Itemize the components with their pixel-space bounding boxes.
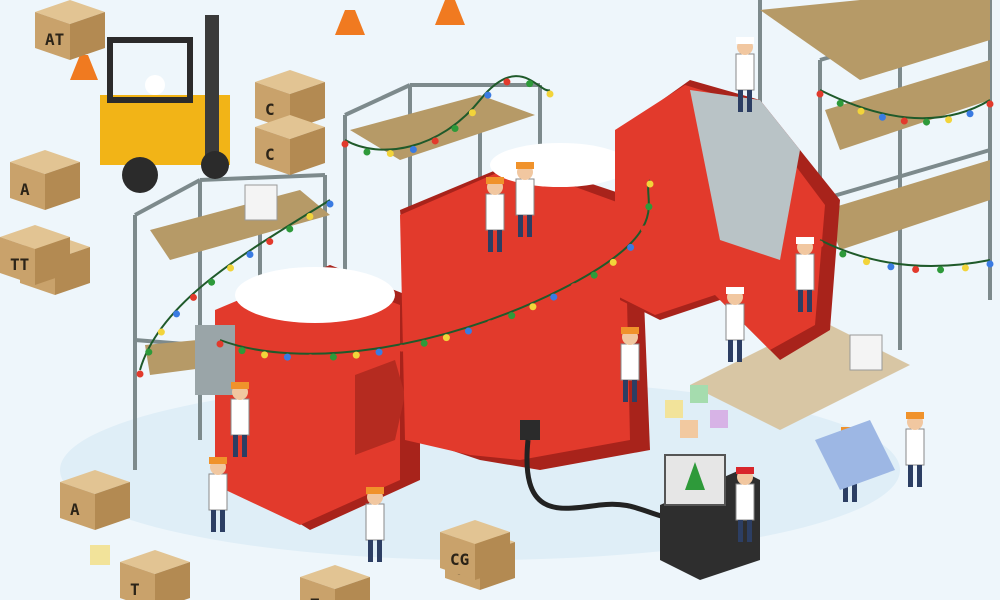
light-bulb [145, 348, 153, 356]
box-label: AT [45, 30, 64, 49]
pixel-art-scene: AATTCCGCGATTTT D N A [0, 0, 1000, 600]
light-bulb [966, 110, 974, 118]
hard-hat [736, 37, 754, 44]
box-label: C [265, 100, 275, 119]
box-label: A [20, 180, 30, 199]
light-bulb [283, 353, 291, 361]
hard-hat [906, 412, 924, 419]
light-bulb [570, 283, 578, 291]
light-bulb [464, 327, 472, 335]
light-bulb [386, 149, 394, 157]
light-bulb [550, 293, 558, 301]
box-label: CG [450, 550, 469, 569]
light-bulb [451, 124, 459, 132]
paint-bucket [244, 184, 278, 221]
light-bulb [286, 225, 294, 233]
snow-cap-d [235, 267, 395, 323]
cardboard-box: C [255, 115, 325, 175]
cardboard-box: A [10, 150, 80, 210]
light-bulb [503, 78, 511, 86]
light-bulb [816, 240, 824, 248]
light-bulb [546, 90, 554, 98]
light-bulb [442, 334, 450, 342]
light-bulb [529, 303, 537, 311]
light-bulb [878, 113, 886, 121]
cardboard-box: AT [35, 0, 105, 60]
door-panel [195, 325, 235, 395]
box-label: C [265, 145, 275, 164]
light-bulb [306, 354, 314, 362]
box-label: T [310, 595, 320, 600]
light-bulb [398, 344, 406, 352]
light-bulb [326, 200, 334, 208]
light-bulb [961, 264, 969, 272]
light-bulb [609, 258, 617, 266]
light-bulb [216, 340, 224, 348]
light-bulb [261, 351, 269, 359]
light-bulb [923, 118, 931, 126]
light-bulb [912, 266, 920, 274]
letter-d-block [195, 265, 420, 530]
hard-hat [366, 487, 384, 494]
light-bulb [857, 107, 865, 115]
hard-hat [516, 162, 534, 169]
hard-hat [621, 327, 639, 334]
hard-hat [726, 287, 744, 294]
light-bulb [431, 137, 439, 145]
cardboard-box: TT [0, 225, 70, 285]
light-bulb [173, 310, 181, 318]
light-bulb [508, 312, 516, 320]
hard-hat [209, 457, 227, 464]
box-label: T [130, 580, 140, 599]
santa-hat [736, 467, 754, 474]
box-label: A [70, 500, 80, 519]
light-bulb [986, 260, 994, 268]
light-bulb [306, 212, 314, 220]
hard-hat [231, 382, 249, 389]
light-bulb [486, 320, 494, 328]
light-bulb [189, 293, 197, 301]
cardboard-box: CG [440, 520, 510, 580]
light-bulb [208, 278, 216, 286]
light-bulb [526, 80, 534, 88]
hard-hat [486, 177, 504, 184]
light-bulb [227, 264, 235, 272]
light-bulb [136, 370, 144, 378]
light-bulb [375, 348, 383, 356]
forklift-driver [145, 75, 165, 95]
light-bulb [863, 258, 871, 266]
light-bulb [363, 148, 371, 156]
power-outlet [520, 420, 540, 440]
light-bulb [640, 225, 648, 233]
light-bulb [468, 109, 476, 117]
light-bulb [266, 238, 274, 246]
light-bulb [937, 266, 945, 274]
light-bulb [238, 347, 246, 355]
light-bulb [329, 353, 337, 361]
light-bulb [484, 91, 492, 99]
light-bulb [627, 243, 635, 251]
cardboard-box: A [60, 470, 130, 530]
light-bulb [645, 203, 653, 211]
light-bulb [986, 100, 994, 108]
snow-cap-n [490, 143, 630, 187]
box-label: TT [10, 255, 29, 274]
paint-bucket [849, 334, 883, 371]
light-bulb [352, 351, 360, 359]
light-bulb [836, 99, 844, 107]
light-bulb [590, 271, 598, 279]
light-bulb [157, 328, 165, 336]
light-bulb [409, 146, 417, 154]
light-bulb [816, 90, 824, 98]
light-bulb [900, 117, 908, 125]
light-bulb [887, 263, 895, 271]
light-bulb [646, 180, 654, 188]
light-bulb [420, 339, 428, 347]
hard-hat [796, 237, 814, 244]
light-bulb [246, 251, 254, 259]
light-bulb [839, 250, 847, 258]
light-bulb [945, 116, 953, 124]
light-bulb [341, 140, 349, 148]
